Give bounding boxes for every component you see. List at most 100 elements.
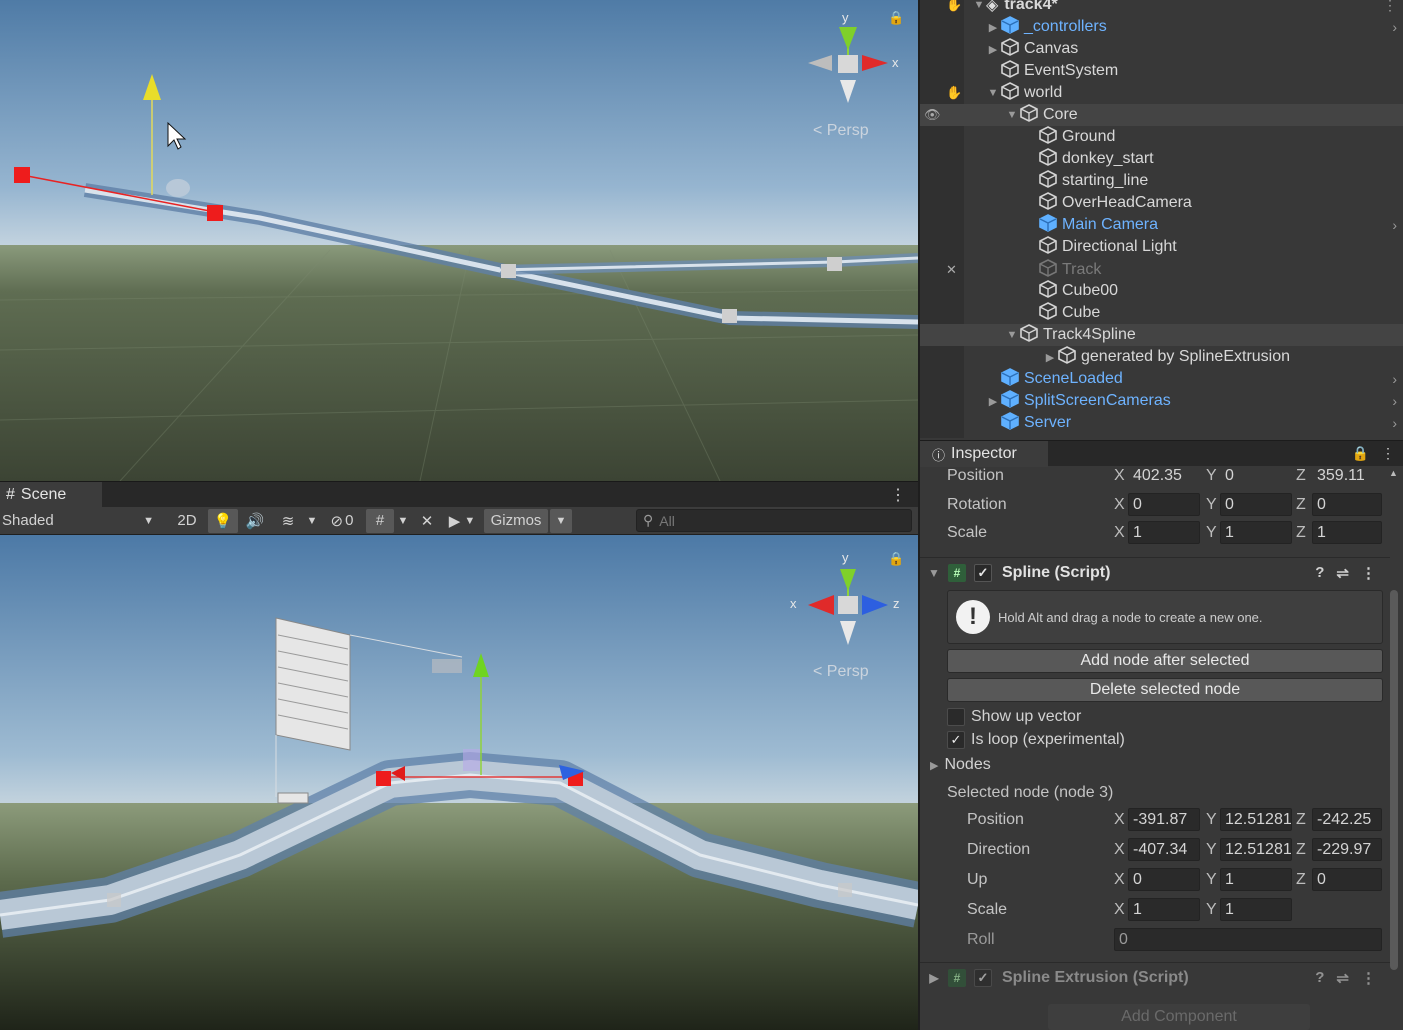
is-loop-checkbox[interactable]: ✓ <box>947 731 965 749</box>
hierarchy-item[interactable]: Cube <box>920 301 1403 324</box>
spline-enabled-checkbox[interactable]: ✓ <box>974 563 992 582</box>
scale-y-field[interactable]: 1 <box>1220 521 1292 544</box>
hierarchy-item[interactable]: Server › <box>920 411 1403 434</box>
camera-button[interactable]: ▶ ▼ <box>442 509 482 533</box>
node-scale-x-field[interactable]: 1 <box>1128 898 1200 921</box>
chevron-right-icon[interactable]: › <box>1392 371 1397 387</box>
hierarchy-item[interactable]: Main Camera › <box>920 213 1403 236</box>
hierarchy-item[interactable]: ▶ SplitScreenCameras › <box>920 389 1403 412</box>
rotation-x-field[interactable]: 0 <box>1128 493 1200 516</box>
hierarchy-item[interactable]: SceneLoaded › <box>920 367 1403 390</box>
rotation-z-field[interactable]: 0 <box>1312 493 1382 516</box>
up-y-field[interactable]: 1 <box>1220 868 1292 891</box>
hierarchy-item[interactable]: Directional Light <box>920 235 1403 258</box>
direction-z-field[interactable]: -229.97 <box>1312 838 1382 861</box>
add-component-button[interactable]: Add Component <box>1048 1004 1310 1030</box>
node-position-x-field[interactable]: -391.87 <box>1128 808 1200 831</box>
help-icon[interactable]: ? <box>1315 564 1324 582</box>
lock-icon[interactable]: 🔒 <box>888 551 904 567</box>
show-up-vector-row[interactable]: Show up vector <box>947 706 1081 728</box>
expand-arrow-icon[interactable]: ▼ <box>1005 329 1019 341</box>
direction-y-field[interactable]: 12.51281 <box>1220 838 1292 861</box>
spline-component-header[interactable]: ▼ # ✓ Spline (Script) ? ⇌ ⋮ <box>920 557 1390 587</box>
node-position-y-field[interactable]: 12.51281 <box>1220 808 1292 831</box>
more-options-icon[interactable]: ⋮ <box>1361 564 1376 582</box>
up-x-field[interactable]: 0 <box>1128 868 1200 891</box>
preset-icon[interactable]: ⇌ <box>1336 564 1349 582</box>
scene-view-top[interactable]: y x 🔒 < Persp <box>0 0 918 481</box>
eye-icon[interactable]: 👁 <box>924 107 941 123</box>
nodes-foldout[interactable]: ▶ Nodes <box>930 754 991 776</box>
effects-dropdown[interactable]: ▼ <box>304 509 320 533</box>
help-icon[interactable]: ? <box>1315 969 1324 987</box>
gizmos-button[interactable]: Gizmos <box>484 508 548 533</box>
lighting-toggle[interactable]: 💡 <box>208 508 238 533</box>
toggle-2d-button[interactable]: 2D <box>168 509 206 533</box>
pickable-icon[interactable]: ✋ <box>946 85 962 101</box>
hierarchy-item[interactable]: ▶ Canvas <box>920 37 1403 60</box>
hierarchy-item[interactable]: ▶ _controllers › <box>920 15 1403 38</box>
node-scale-y-field[interactable]: 1 <box>1220 898 1292 921</box>
chevron-right-icon[interactable]: › <box>1392 217 1397 233</box>
expand-arrow-icon[interactable]: ▶ <box>986 21 1000 34</box>
hierarchy-item[interactable]: Ground <box>920 125 1403 148</box>
add-node-button[interactable]: Add node after selected <box>947 649 1383 673</box>
hierarchy-item[interactable]: ✕ Track <box>920 258 1403 281</box>
expand-arrow-icon[interactable]: ▼ <box>1005 109 1019 121</box>
grid-dropdown[interactable]: ▼ <box>394 509 412 533</box>
expand-arrow-icon[interactable]: ▼ <box>972 0 986 11</box>
hierarchy-item[interactable]: ▼ Track4Spline <box>920 323 1403 346</box>
hidden-objects-toggle[interactable]: ⊘ 0 <box>320 509 364 533</box>
hierarchy-scene-row[interactable]: ✋ ▼ ◈ track4* ⋮ <box>920 0 1403 16</box>
hierarchy-item[interactable]: 👁 ▼ Core <box>920 103 1403 126</box>
roll-field[interactable]: 0 <box>1114 928 1382 951</box>
hierarchy-item[interactable]: Cube00 <box>920 279 1403 302</box>
lock-icon[interactable]: 🔒 <box>888 10 904 26</box>
tab-scene[interactable]: # Scene <box>0 482 102 508</box>
delete-node-button[interactable]: Delete selected node <box>947 678 1383 702</box>
expand-arrow-icon[interactable]: ▶ <box>920 971 948 985</box>
extrusion-component-header[interactable]: ▶ # ✓ Spline Extrusion (Script) ? ⇌ ⋮ <box>920 962 1390 992</box>
preset-icon[interactable]: ⇌ <box>1336 969 1349 987</box>
scale-x-field[interactable]: 1 <box>1128 521 1200 544</box>
grid-toggle[interactable]: # <box>366 508 394 533</box>
up-z-field[interactable]: 0 <box>1312 868 1382 891</box>
more-options-icon[interactable]: ⋮ <box>1383 0 1397 14</box>
tools-toggle[interactable]: ✕ <box>412 509 442 533</box>
direction-x-field[interactable]: -407.34 <box>1128 838 1200 861</box>
persp-label[interactable]: < Persp <box>813 663 869 681</box>
visibility-icon[interactable]: ✋ <box>946 0 962 13</box>
scrollbar-thumb[interactable] <box>1390 590 1398 970</box>
lock-icon[interactable]: 🔒 <box>1352 445 1369 462</box>
pickable-icon[interactable]: ✕ <box>946 262 957 278</box>
scale-z-field[interactable]: 1 <box>1312 521 1382 544</box>
inspector-scrollbar[interactable]: ▲ <box>1389 468 1399 990</box>
node-position-z-field[interactable]: -242.25 <box>1312 808 1382 831</box>
persp-label[interactable]: < Persp <box>813 122 869 140</box>
more-options-icon[interactable]: ⋮ <box>890 485 906 505</box>
chevron-right-icon[interactable]: › <box>1392 393 1397 409</box>
position-z-field[interactable]: 359.11 <box>1312 464 1382 487</box>
hierarchy-item[interactable]: starting_line <box>920 169 1403 192</box>
extrusion-enabled-checkbox[interactable]: ✓ <box>974 968 992 987</box>
rotation-y-field[interactable]: 0 <box>1220 493 1292 516</box>
chevron-right-icon[interactable]: › <box>1392 19 1397 35</box>
effects-toggle[interactable]: ≋ <box>272 509 304 533</box>
more-options-icon[interactable]: ⋮ <box>1381 445 1395 462</box>
hierarchy-item[interactable]: ▶ generated by SplineExtrusion <box>920 345 1403 368</box>
show-up-vector-checkbox[interactable] <box>947 708 965 726</box>
expand-arrow-icon[interactable]: ▶ <box>1043 351 1057 364</box>
expand-arrow-icon[interactable]: ▶ <box>986 395 1000 408</box>
scene-search-input[interactable]: ⚲ All <box>636 509 912 532</box>
position-x-field[interactable]: 402.35 <box>1128 464 1200 487</box>
position-y-field[interactable]: 0 <box>1220 464 1292 487</box>
expand-arrow-icon[interactable]: ▶ <box>986 43 1000 56</box>
hierarchy-item[interactable]: ✋ ▼ world <box>920 81 1403 104</box>
scroll-up-icon[interactable]: ▲ <box>1389 468 1398 478</box>
expand-arrow-icon[interactable]: ▼ <box>986 87 1000 99</box>
audio-toggle[interactable]: 🔊 <box>238 509 272 533</box>
hierarchy-item[interactable]: OverHeadCamera <box>920 191 1403 214</box>
shading-dropdown[interactable]: Shaded ▼ <box>0 509 160 533</box>
more-options-icon[interactable]: ⋮ <box>1361 969 1376 987</box>
scene-view-bottom[interactable]: y x z 🔒 < Persp <box>0 535 918 1030</box>
